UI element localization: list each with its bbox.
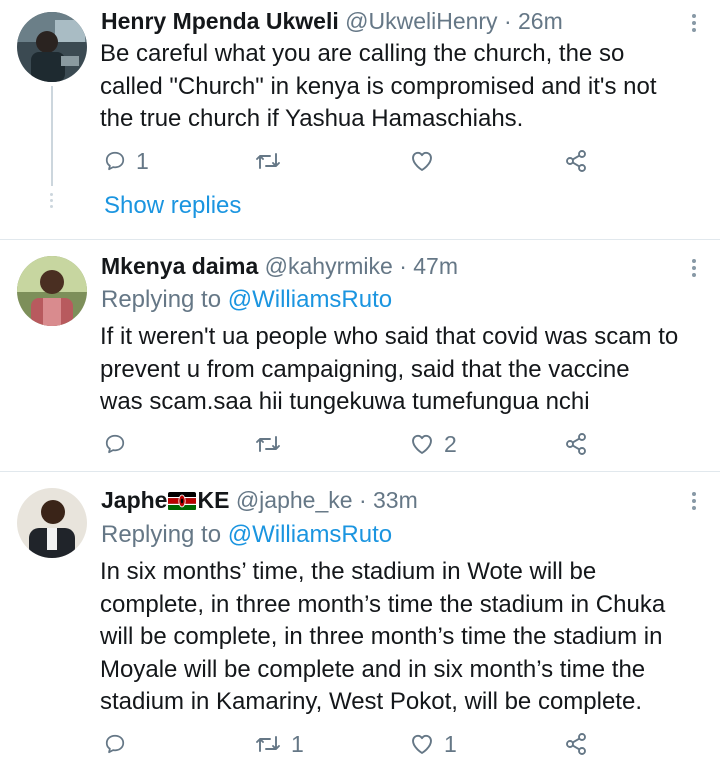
thread-more-dots bbox=[50, 193, 54, 211]
tweet-text-line: the true church if Yashua Hamaschiahs. bbox=[100, 105, 524, 132]
tweet-text: If it weren't ua people who said that co… bbox=[100, 321, 678, 419]
separator-dot: · bbox=[399, 253, 407, 279]
tweet-header: Mkenya daima @kahyrmike · 47m bbox=[101, 251, 458, 281]
tweet-text-line: called "Church" in kenya is compromised … bbox=[100, 72, 657, 100]
show-replies-link[interactable]: Show replies bbox=[104, 191, 241, 221]
user-handle[interactable]: @UkweliHenry bbox=[345, 8, 497, 34]
more-options-icon[interactable] bbox=[684, 489, 704, 513]
timestamp[interactable]: 47m bbox=[413, 253, 458, 279]
thread-line bbox=[51, 86, 53, 186]
reply-button[interactable]: 1 bbox=[104, 147, 149, 175]
like-icon bbox=[412, 434, 432, 454]
like-count: 2 bbox=[444, 430, 457, 457]
avatar[interactable] bbox=[17, 12, 87, 82]
reply-icon bbox=[105, 434, 125, 454]
tweet-text-line: If it weren't ua people who said that co… bbox=[100, 323, 679, 350]
replying-to: Replying to @WilliamsRuto bbox=[101, 520, 392, 550]
tweet-text: In six months’ time, the stadium in Wote… bbox=[100, 556, 665, 719]
display-name[interactable]: Mkenya daima bbox=[101, 253, 258, 279]
like-count: 1 bbox=[444, 730, 457, 757]
user-handle[interactable]: @kahyrmike bbox=[265, 253, 393, 279]
kenya-flag-icon bbox=[168, 492, 197, 510]
more-options-icon[interactable] bbox=[684, 256, 704, 280]
timestamp[interactable]: 33m bbox=[373, 487, 418, 513]
tweet-1[interactable]: Henry Mpenda Ukweli @UkweliHenry · 26m B… bbox=[0, 0, 720, 238]
display-name[interactable]: Japhe KE bbox=[101, 487, 229, 513]
display-name-suffix: KE bbox=[197, 487, 230, 513]
more-options-icon[interactable] bbox=[684, 11, 704, 35]
like-button[interactable] bbox=[410, 147, 434, 175]
like-icon bbox=[412, 151, 432, 171]
tweet-text-line: stadium in Kamariny, West Pokot, will be… bbox=[100, 688, 642, 715]
avatar[interactable] bbox=[17, 488, 87, 558]
like-button[interactable]: 2 bbox=[410, 430, 457, 458]
retweet-count: 1 bbox=[291, 730, 304, 757]
timestamp[interactable]: 26m bbox=[518, 8, 563, 34]
separator-dot: · bbox=[358, 487, 367, 513]
reply-button[interactable] bbox=[104, 430, 126, 458]
tweet-header: Japhe KE @japhe_ke · 33m bbox=[101, 485, 418, 515]
share-icon bbox=[566, 150, 586, 172]
tweet-2[interactable]: Mkenya daima @kahyrmike · 47m Replying t… bbox=[0, 240, 720, 470]
retweet-icon bbox=[256, 153, 280, 169]
share-button[interactable] bbox=[564, 147, 588, 175]
share-icon bbox=[566, 733, 586, 755]
replying-to-label: Replying to bbox=[101, 286, 228, 313]
separator-dot: · bbox=[503, 8, 512, 34]
share-button[interactable] bbox=[564, 730, 588, 758]
avatar[interactable] bbox=[17, 256, 87, 326]
tweet-text-line: will be complete, in three month’s time … bbox=[100, 623, 663, 650]
replying-to-mention[interactable]: @WilliamsRuto bbox=[228, 521, 392, 548]
retweet-button[interactable] bbox=[255, 147, 281, 175]
replying-to-mention[interactable]: @WilliamsRuto bbox=[228, 286, 392, 313]
tweet-3[interactable]: Japhe KE @japhe_ke · 33m Replying to @Wil… bbox=[0, 472, 720, 757]
tweet-text-line: complete, in three month’s time the stad… bbox=[100, 590, 666, 618]
reply-count: 1 bbox=[136, 147, 149, 174]
retweet-button[interactable]: 1 bbox=[255, 730, 304, 758]
tweet-text-line: Be careful what you are calling the chur… bbox=[100, 40, 625, 67]
reply-icon bbox=[105, 151, 125, 171]
tweet-text-line: was scam.saa hii tungekuwa tumefungua nc… bbox=[100, 388, 590, 415]
tweet-text: Be careful what you are calling the chur… bbox=[100, 38, 657, 136]
retweet-button[interactable] bbox=[255, 430, 281, 458]
user-handle[interactable]: @japhe_ke bbox=[236, 487, 353, 513]
share-icon bbox=[566, 433, 586, 455]
replying-to: Replying to @WilliamsRuto bbox=[101, 285, 392, 315]
tweet-text-line: Moyale will be complete and in six month… bbox=[100, 655, 646, 683]
tweet-header: Henry Mpenda Ukweli @UkweliHenry · 26m bbox=[101, 6, 563, 36]
retweet-icon bbox=[256, 436, 280, 452]
replying-to-label: Replying to bbox=[101, 521, 228, 548]
tweet-text-line: In six months’ time, the stadium in Wote… bbox=[100, 558, 597, 585]
tweet-text-line: prevent u from campaigning, said that th… bbox=[100, 355, 630, 383]
display-name-prefix: Japhe bbox=[101, 487, 168, 513]
display-name[interactable]: Henry Mpenda Ukweli bbox=[101, 8, 339, 34]
like-button[interactable]: 1 bbox=[410, 730, 457, 758]
share-button[interactable] bbox=[564, 430, 588, 458]
reply-button[interactable] bbox=[104, 730, 126, 758]
